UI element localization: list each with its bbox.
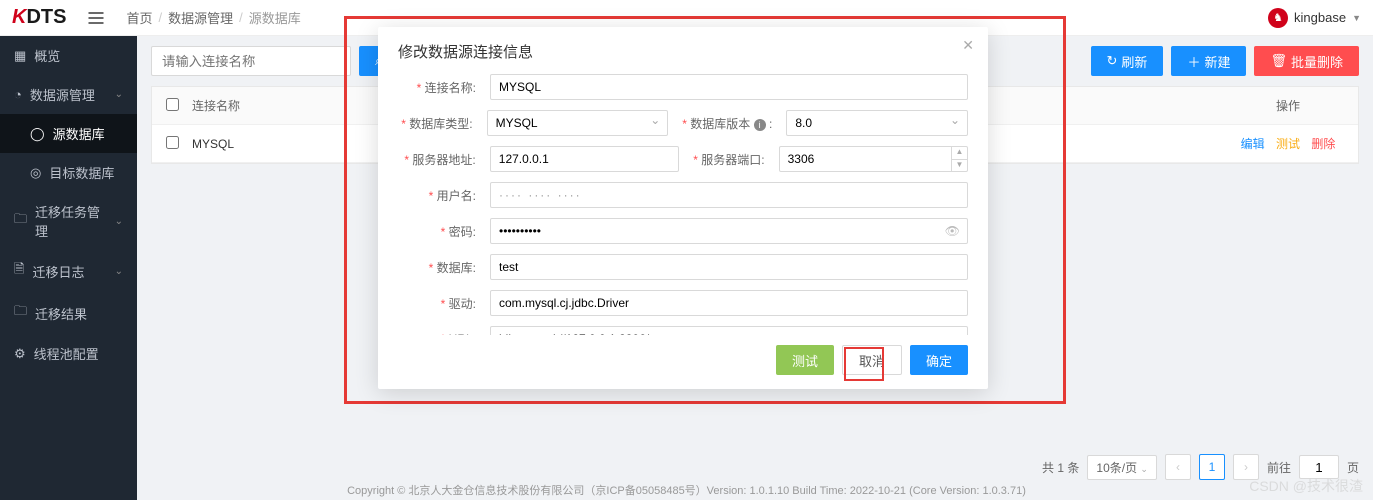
footer-copyright: Copyright © 北京人大金仓信息技术股份有限公司（京ICP备050584…	[0, 482, 1373, 498]
password-input[interactable]	[490, 218, 968, 244]
gauge-icon: ◔	[14, 87, 22, 102]
sidebar-item-overview[interactable]: ▦ 概览	[0, 36, 137, 75]
test-link[interactable]: 测试	[1276, 137, 1300, 151]
label-db-version: 数据库版本 i :	[682, 115, 772, 132]
gear-icon: ⚙	[14, 346, 26, 362]
target-icon: ◎	[30, 165, 41, 181]
ok-button[interactable]: 确定	[910, 345, 968, 375]
chevron-down-icon: ⌄	[1140, 464, 1148, 474]
label-password: 密码:	[398, 223, 476, 240]
close-icon[interactable]: ✕	[962, 37, 974, 54]
goto-suffix: 页	[1347, 459, 1359, 476]
db-type-select[interactable]	[487, 110, 669, 136]
chevron-down-icon: ⌄	[115, 89, 123, 100]
label-database: 数据库:	[398, 259, 476, 276]
breadcrumb-1[interactable]: 数据源管理	[168, 8, 233, 27]
sidebar-item-label: 迁移日志	[32, 262, 84, 281]
label-db-type: 数据库类型:	[398, 115, 473, 132]
folder-icon: 🗀	[14, 210, 27, 232]
port-up[interactable]: ▲	[951, 147, 967, 160]
sidebar-item-label: 迁移结果	[35, 304, 87, 323]
refresh-icon: ↻	[1107, 53, 1118, 69]
sidebar-item-source-db[interactable]: ◯ 源数据库	[0, 114, 137, 153]
sidebar-item-target-db[interactable]: ◎ 目标数据库	[0, 153, 137, 192]
chevron-down-icon: ⌄	[115, 266, 123, 277]
edit-link[interactable]: 编辑	[1241, 137, 1265, 151]
page-size-select[interactable]: 10条/页 ⌄	[1087, 455, 1157, 480]
button-label: 批量删除	[1291, 52, 1343, 71]
prev-page-button[interactable]: ‹	[1165, 454, 1191, 480]
sidebar-item-label: 源数据库	[53, 124, 105, 143]
logo-k: K	[12, 6, 26, 29]
server-addr-input[interactable]	[490, 146, 679, 172]
plus-icon: ＋	[1187, 52, 1200, 71]
url-input[interactable]	[490, 326, 968, 335]
chevron-down-icon: ⌄	[115, 216, 123, 227]
sidebar-item-migrate-result[interactable]: 🗀 迁移结果	[0, 292, 137, 334]
sidebar-item-threadpool[interactable]: ⚙ 线程池配置	[0, 334, 137, 373]
modal-title: 修改数据源连接信息	[378, 27, 988, 70]
folder-icon: 🗀	[14, 302, 27, 324]
goto-label: 前往	[1267, 459, 1291, 476]
database-input[interactable]	[490, 254, 968, 280]
select-all-checkbox[interactable]	[166, 98, 179, 111]
search-input[interactable]	[151, 46, 351, 76]
logo-text: DTS	[26, 6, 66, 29]
grid-icon: ▦	[14, 48, 26, 64]
row-checkbox[interactable]	[166, 136, 179, 149]
username-input[interactable]	[490, 182, 968, 208]
file-icon: 🗎	[14, 260, 24, 282]
total-text: 共 1 条	[1042, 459, 1079, 476]
label-username: 用户名:	[398, 187, 476, 204]
info-icon[interactable]: i	[754, 119, 766, 131]
label-driver: 驱动:	[398, 295, 476, 312]
avatar: ♞	[1268, 8, 1288, 28]
breadcrumb-home[interactable]: 首页	[126, 8, 152, 27]
sidebar: ▦ 概览 ◔ 数据源管理 ⌄ ◯ 源数据库 ◎ 目标数据库 🗀 迁移任务管理 ⌄ 🗎 迁移日志 ⌄…	[0, 36, 137, 500]
db-version-select[interactable]	[786, 110, 968, 136]
app-logo: KDTS	[12, 6, 66, 29]
sidebar-item-migrate-task[interactable]: 🗀 迁移任务管理 ⌄	[0, 192, 137, 250]
port-down[interactable]: ▼	[951, 160, 967, 172]
label-server-addr: 服务器地址:	[398, 151, 476, 168]
col-header: 操作	[1218, 97, 1358, 114]
delete-link[interactable]: 删除	[1311, 137, 1335, 151]
label-conn-name: 连接名称:	[398, 79, 476, 96]
user-menu[interactable]: ♞ kingbase ▼	[1268, 8, 1361, 28]
sidebar-item-label: 迁移任务管理	[35, 202, 107, 240]
test-button[interactable]: 测试	[776, 345, 834, 375]
user-icon: ◯	[30, 126, 45, 142]
sidebar-item-migrate-log[interactable]: 🗎 迁移日志 ⌄	[0, 250, 137, 292]
trash-icon: 🗑	[1270, 53, 1287, 69]
sidebar-item-datasource[interactable]: ◔ 数据源管理 ⌄	[0, 75, 137, 114]
watermark: CSDN @技术很渣	[1249, 476, 1363, 496]
button-label: 刷新	[1121, 52, 1147, 71]
new-button[interactable]: ＋新建	[1171, 46, 1246, 76]
edit-datasource-modal: 修改数据源连接信息 ✕ 连接名称: 数据库类型: 数据库版本 i : 服务器地址…	[378, 27, 988, 389]
label-server-port: 服务器端口:	[693, 151, 764, 168]
sidebar-item-label: 目标数据库	[49, 163, 114, 182]
button-label: 新建	[1204, 52, 1230, 71]
page-number[interactable]: 1	[1199, 454, 1225, 480]
sidebar-item-label: 线程池配置	[34, 344, 99, 363]
refresh-button[interactable]: ↻刷新	[1091, 46, 1164, 76]
breadcrumb: 首页 / 数据源管理 / 源数据库	[126, 8, 300, 27]
chevron-down-icon: ▼	[1352, 13, 1361, 23]
batch-delete-button[interactable]: 🗑批量删除	[1254, 46, 1359, 76]
conn-name-input[interactable]	[490, 74, 968, 100]
server-port-input[interactable]	[779, 146, 968, 172]
breadcrumb-2: 源数据库	[249, 8, 301, 27]
sidebar-item-label: 概览	[34, 46, 60, 65]
sidebar-item-label: 数据源管理	[30, 85, 95, 104]
username: kingbase	[1294, 10, 1346, 25]
eye-icon[interactable]: 👁	[945, 224, 960, 238]
cancel-button[interactable]: 取消	[842, 345, 902, 375]
hamburger-icon[interactable]	[86, 8, 106, 28]
driver-input[interactable]	[490, 290, 968, 316]
